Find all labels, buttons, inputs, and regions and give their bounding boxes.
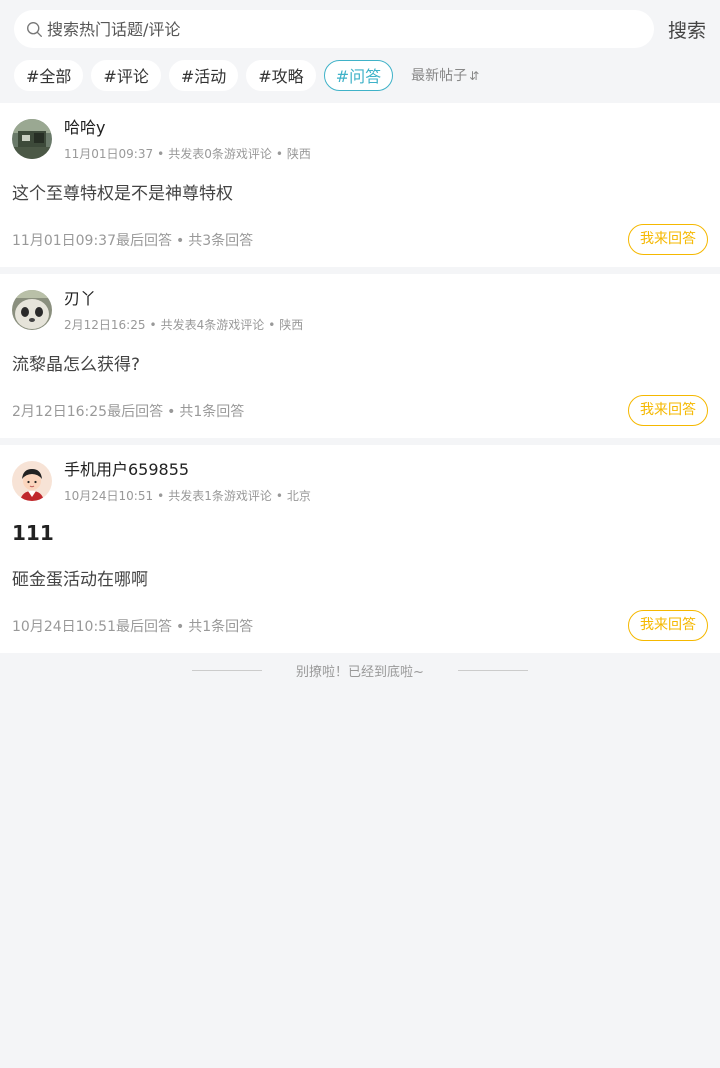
search-row: 搜索 bbox=[14, 10, 706, 48]
avatar[interactable] bbox=[12, 461, 52, 501]
answer-button[interactable]: 我来回答 bbox=[628, 224, 708, 255]
location: 北京 bbox=[286, 489, 311, 503]
divider bbox=[192, 669, 263, 671]
post-body[interactable]: 这个至尊特权是不是神尊特权 bbox=[12, 179, 708, 204]
author-info: 哈哈y 11月01日09:37 • 共发表0条游戏评论 • 陕西 bbox=[64, 117, 311, 162]
avatar[interactable] bbox=[12, 119, 52, 159]
sort-latest-button[interactable]: 最新帖子 ⇵ bbox=[411, 65, 479, 85]
author-name[interactable]: 哈哈y bbox=[64, 117, 311, 139]
post-header: 手机用户659855 10月24日10:51 • 共发表1条游戏评论 • 北京 bbox=[12, 459, 708, 505]
end-of-list: 别撩啦！已经到底啦~ bbox=[0, 653, 720, 687]
post-card[interactable]: 哈哈y 11月01日09:37 • 共发表0条游戏评论 • 陕西 这个至尊特权是不是神尊… bbox=[0, 103, 720, 267]
answer-count: 共1条回答 bbox=[188, 618, 254, 635]
author-meta: 11月01日09:37 • 共发表0条游戏评论 • 陕西 bbox=[64, 145, 311, 162]
post-footer: 2月12日16:25最后回答 • 共1条回答 我来回答 bbox=[12, 395, 708, 426]
post-body[interactable]: 流黎晶怎么获得? bbox=[12, 350, 708, 375]
separator-dot: • bbox=[268, 318, 276, 332]
author-name[interactable]: 手机用户659855 bbox=[64, 459, 311, 481]
avatar-image-icon bbox=[12, 119, 52, 159]
tag-reviews[interactable]: #评论 bbox=[91, 59, 161, 91]
review-count: 共发表0条游戏评论 bbox=[168, 147, 272, 161]
answer-count: 共3条回答 bbox=[188, 232, 254, 249]
location: 陕西 bbox=[279, 318, 304, 332]
tag-qa[interactable]: #问答 bbox=[323, 59, 394, 91]
cartoon-boy-avatar-icon bbox=[12, 461, 52, 501]
author-info: 手机用户659855 10月24日10:51 • 共发表1条游戏评论 • 北京 bbox=[64, 459, 311, 504]
post-time: 2月12日16:25 bbox=[64, 318, 146, 332]
avatar[interactable] bbox=[12, 290, 52, 330]
panda-avatar-icon bbox=[12, 290, 52, 330]
divider bbox=[457, 669, 528, 671]
search-box[interactable] bbox=[14, 10, 654, 48]
post-time: 11月01日09:37 bbox=[64, 147, 154, 161]
reply-info: 10月24日10:51最后回答 • 共1条回答 bbox=[12, 616, 253, 636]
post-body[interactable]: 砸金蛋活动在哪啊 bbox=[12, 565, 708, 590]
answer-button[interactable]: 我来回答 bbox=[628, 395, 708, 426]
tag-guides[interactable]: #攻略 bbox=[246, 59, 316, 91]
sort-arrows-icon: ⇵ bbox=[469, 69, 480, 83]
separator-dot: • bbox=[157, 147, 165, 161]
header: 搜索 #全部 #评论 #活动 #攻略 #问答 最新帖子⇵ bbox=[0, 0, 720, 91]
last-reply-time: 2月12日16:25最后回答 bbox=[12, 403, 164, 420]
tag-all[interactable]: #全部 bbox=[14, 59, 84, 91]
review-count: 共发表1条游戏评论 bbox=[168, 489, 272, 503]
tag-filter-row: #全部 #评论 #活动 #攻略 #问答 最新帖子 ⇵ bbox=[14, 59, 706, 91]
last-reply-time: 11月01日09:37最后回答 bbox=[12, 232, 172, 249]
separator-dot: • bbox=[167, 403, 176, 420]
end-of-list-text: 别撩啦！已经到底啦~ bbox=[296, 664, 424, 680]
separator-dot: • bbox=[157, 489, 165, 503]
reply-info: 11月01日09:37最后回答 • 共3条回答 bbox=[12, 230, 253, 250]
post-feed: 哈哈y 11月01日09:37 • 共发表0条游戏评论 • 陕西 这个至尊特权是不是神尊… bbox=[0, 103, 720, 687]
post-header: 哈哈y 11月01日09:37 • 共发表0条游戏评论 • 陕西 bbox=[12, 117, 708, 163]
answer-count: 共1条回答 bbox=[179, 403, 245, 420]
author-meta: 10月24日10:51 • 共发表1条游戏评论 • 北京 bbox=[64, 487, 311, 504]
last-reply-time: 10月24日10:51最后回答 bbox=[12, 618, 172, 635]
post-footer: 11月01日09:37最后回答 • 共3条回答 我来回答 bbox=[12, 224, 708, 255]
search-input[interactable] bbox=[47, 19, 607, 39]
answer-button[interactable]: 我来回答 bbox=[628, 610, 708, 641]
reply-info: 2月12日16:25最后回答 • 共1条回答 bbox=[12, 401, 244, 421]
review-count: 共发表4条游戏评论 bbox=[160, 318, 265, 332]
author-name[interactable]: 刃丫 bbox=[64, 288, 303, 310]
separator-dot: • bbox=[175, 232, 185, 249]
author-info: 刃丫 2月12日16:25 • 共发表4条游戏评论 • 陕西 bbox=[64, 288, 303, 333]
location: 陕西 bbox=[286, 147, 311, 161]
post-time: 10月24日10:51 bbox=[64, 489, 154, 503]
separator-dot: • bbox=[275, 489, 283, 503]
search-button[interactable]: 搜索 bbox=[654, 16, 706, 43]
post-card[interactable]: 手机用户659855 10月24日10:51 • 共发表1条游戏评论 • 北京 111 … bbox=[0, 445, 720, 653]
separator-dot: • bbox=[149, 318, 157, 332]
author-meta: 2月12日16:25 • 共发表4条游戏评论 • 陕西 bbox=[64, 316, 303, 333]
tag-events[interactable]: #活动 bbox=[168, 59, 239, 91]
post-title[interactable]: 111 bbox=[12, 521, 708, 545]
post-header: 刃丫 2月12日16:25 • 共发表4条游戏评论 • 陕西 bbox=[12, 288, 708, 334]
separator-dot: • bbox=[175, 618, 185, 635]
separator-dot: • bbox=[275, 147, 283, 161]
search-icon bbox=[27, 21, 42, 37]
post-card[interactable]: 刃丫 2月12日16:25 • 共发表4条游戏评论 • 陕西 流黎晶怎么获得? 2月12… bbox=[0, 274, 720, 438]
sort-label: 最新帖子 bbox=[411, 68, 468, 84]
post-footer: 10月24日10:51最后回答 • 共1条回答 我来回答 bbox=[12, 610, 708, 641]
